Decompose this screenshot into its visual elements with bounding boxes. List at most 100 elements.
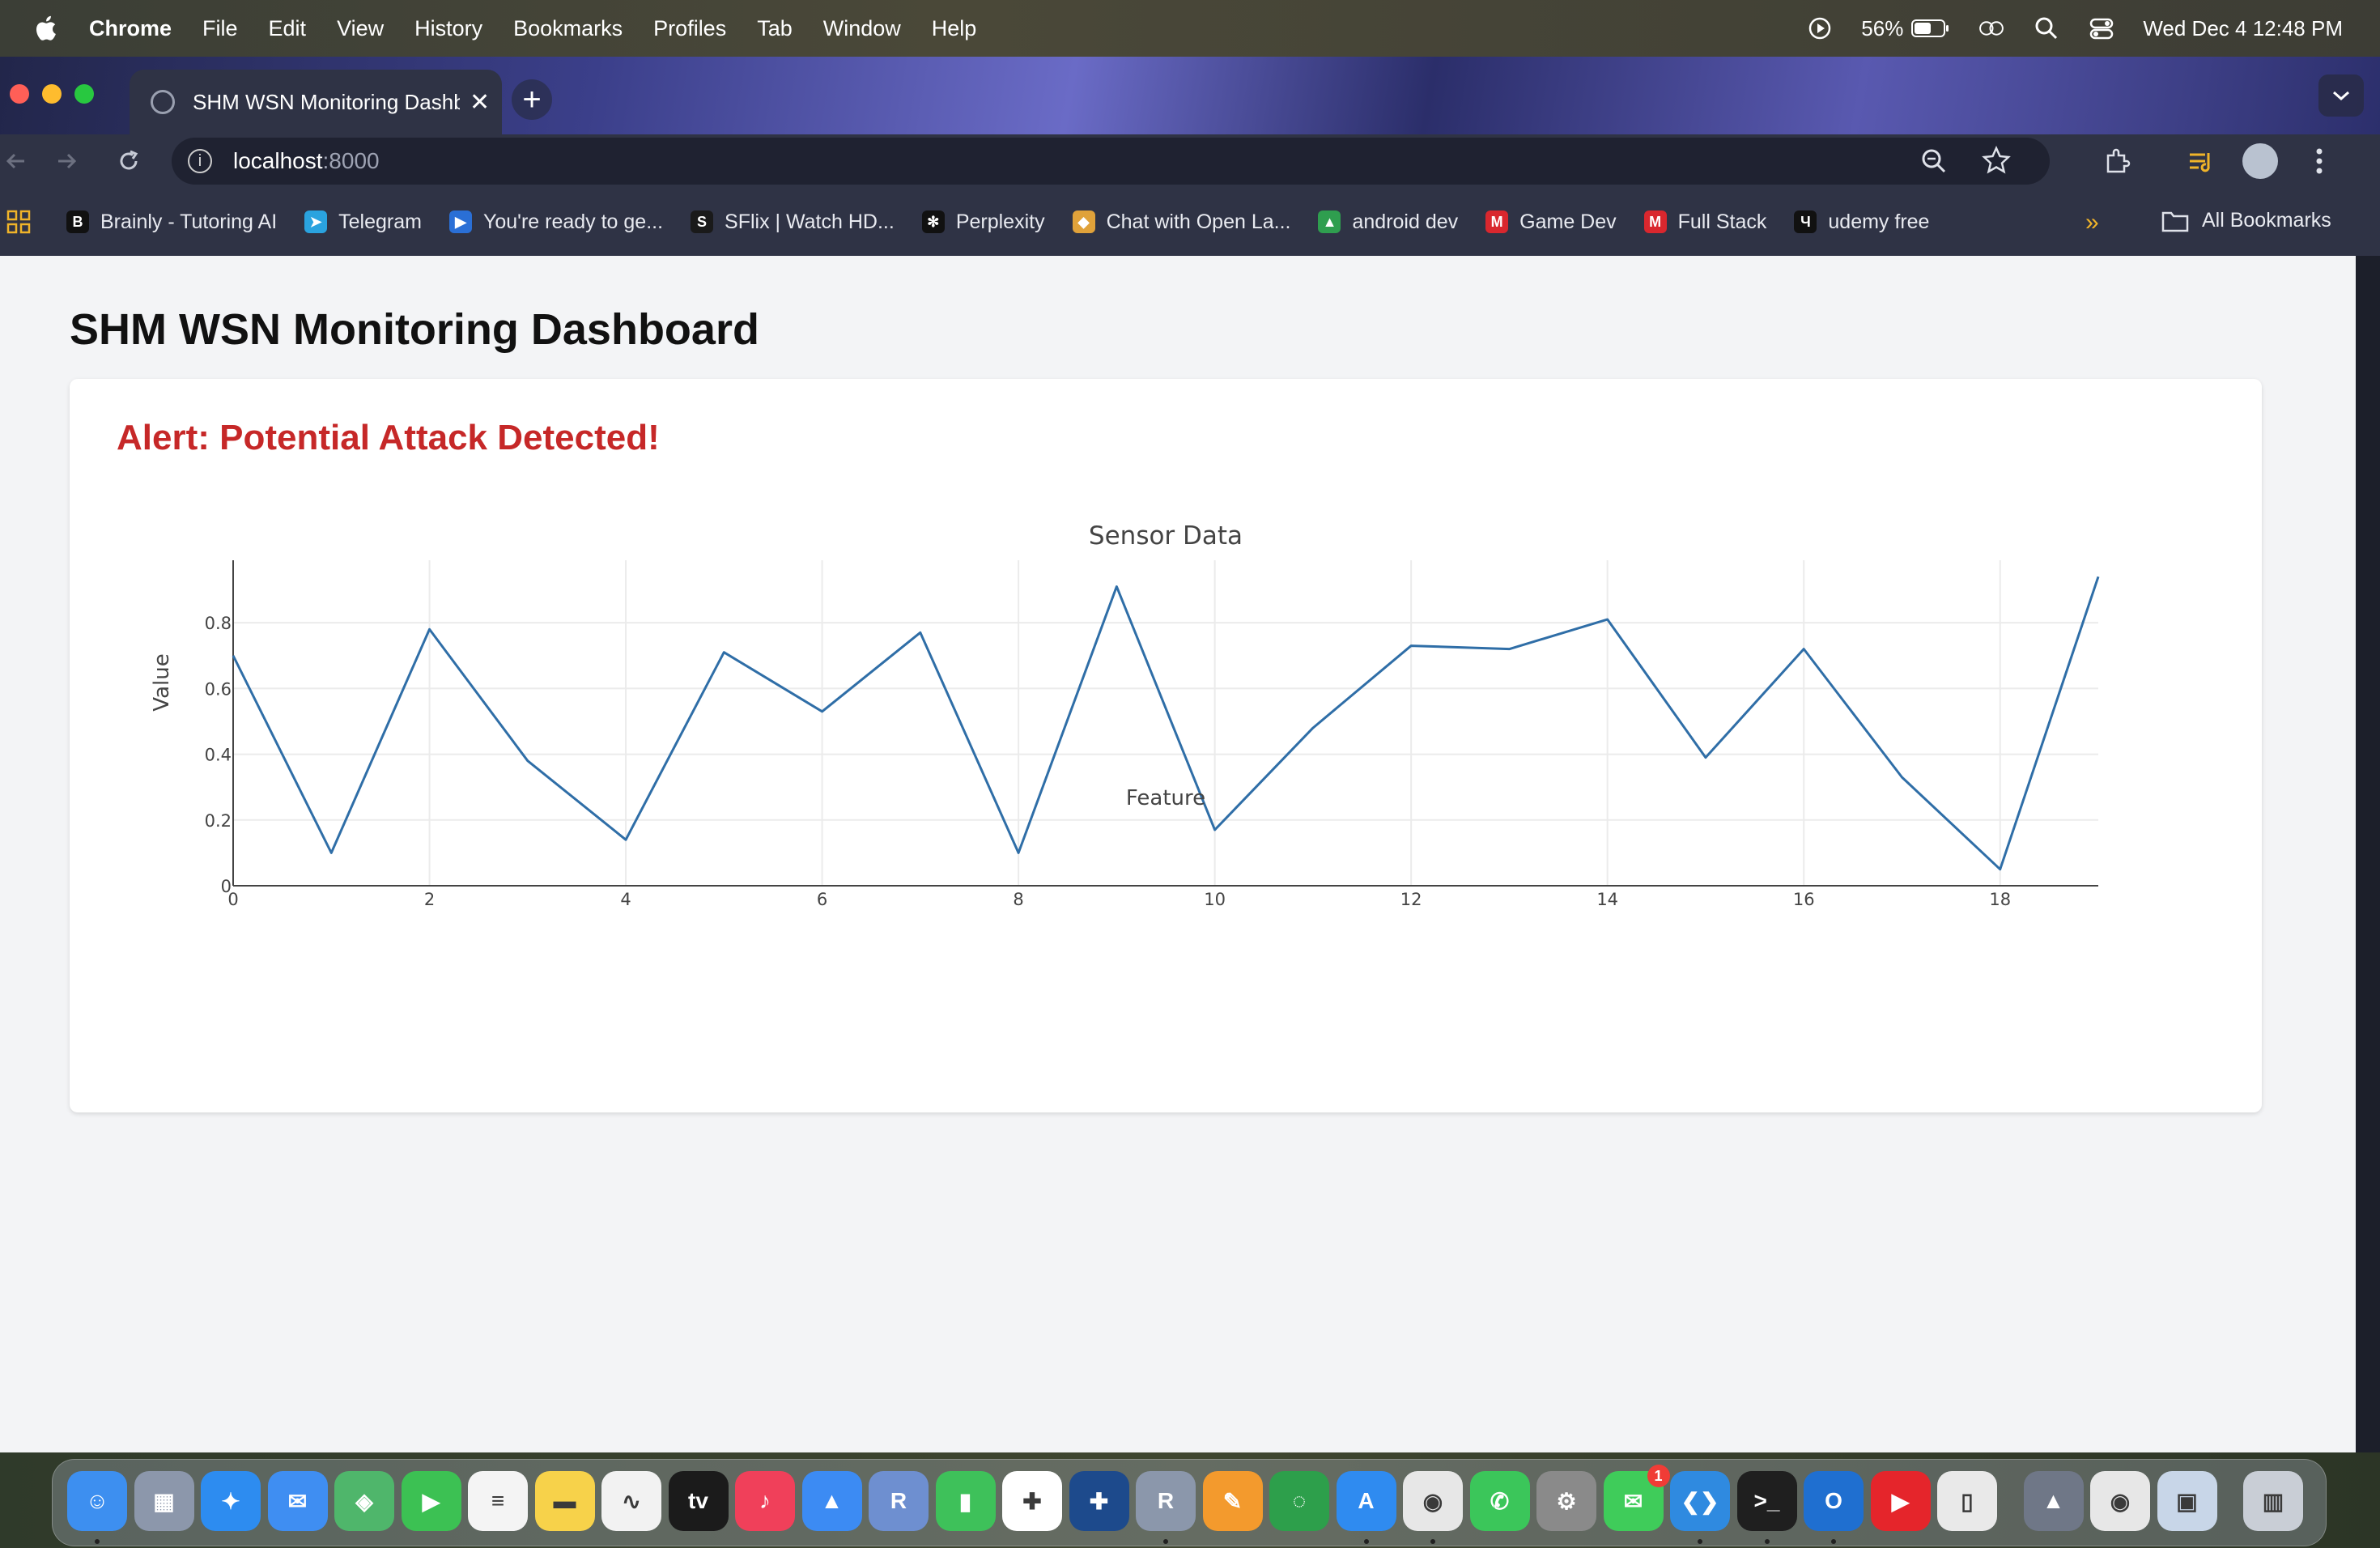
new-tab-button[interactable]: + (512, 79, 552, 120)
dock-app-safari-icon[interactable]: ✦ (201, 1471, 261, 1531)
close-window-button[interactable] (10, 84, 29, 104)
bookmark-item[interactable]: ▲ android dev (1318, 211, 1458, 234)
bookmark-item[interactable]: B Brainly - Tutoring AI (66, 211, 277, 234)
close-tab-icon[interactable]: ✕ (470, 88, 490, 117)
dock-app-notes-icon[interactable]: ▬ (534, 1471, 595, 1531)
dock-running-indicator (1430, 1539, 1435, 1544)
dock-app-reminders-icon[interactable]: ≡ (468, 1471, 528, 1531)
link-icon[interactable] (1978, 15, 2005, 42)
dock-app-messages-icon[interactable]: ✉ 1 (1603, 1465, 1670, 1531)
dock-app-trash-icon[interactable]: ▥ (2243, 1471, 2303, 1531)
apps-grid-icon[interactable] (6, 210, 31, 234)
minimize-window-button[interactable] (42, 84, 62, 104)
bookmark-star-icon[interactable] (1982, 145, 2011, 181)
bookmark-label: SFlix | Watch HD... (725, 210, 895, 233)
menu-profiles[interactable]: Profiles (653, 16, 726, 41)
bookmark-item[interactable]: S SFlix | Watch HD... (691, 211, 895, 234)
x-tick-label: 2 (424, 890, 435, 909)
menu-edit[interactable]: Edit (269, 16, 307, 41)
menu-file[interactable]: File (202, 16, 238, 41)
zoom-window-button[interactable] (74, 84, 94, 104)
bookmark-item[interactable]: M Game Dev (1485, 211, 1617, 234)
dock-app-finder-icon[interactable]: ☺ (67, 1471, 127, 1531)
dock-app-numbers-icon[interactable]: ▮ (935, 1471, 996, 1531)
page-viewport: SHM WSN Monitoring Dashboard Alert: Pote… (0, 256, 2356, 1452)
menu-app-name[interactable]: Chrome (89, 16, 172, 41)
dock-app-preview-icon[interactable]: ▣ (2157, 1471, 2217, 1531)
dock-app-chrome-2-icon[interactable]: ◉ (2090, 1471, 2150, 1531)
dock-app-vs-code-icon[interactable]: ❮❯ (1670, 1471, 1730, 1531)
forward-arrow-icon[interactable] (52, 146, 83, 176)
dock-app-app-store-icon[interactable]: A (1336, 1471, 1396, 1531)
bookmark-item[interactable]: ◆ Chat with Open La... (1072, 210, 1291, 234)
dock-app-r-studio-icon[interactable]: R (869, 1471, 929, 1531)
bookmark-label: Chat with Open La... (1106, 210, 1291, 233)
dock-app-rocket-icon[interactable]: ▲ (2023, 1471, 2084, 1531)
x-axis-label: Feature (1126, 786, 1205, 810)
battery-status[interactable]: 56% (1861, 16, 1950, 41)
mega-icon: M (1643, 211, 1667, 233)
telegram-icon: ➤ (304, 211, 328, 233)
dock-app-keynote-icon[interactable]: ▲ (801, 1471, 862, 1531)
dock-app-freeform-icon[interactable]: ∿ (601, 1471, 661, 1531)
extensions-puzzle-icon[interactable] (2102, 146, 2132, 176)
menu-history[interactable]: History (414, 16, 482, 41)
dock-app-system-settings-icon[interactable]: ⚙ (1536, 1471, 1596, 1531)
dock-app-mail-icon[interactable]: ✉ (267, 1471, 328, 1531)
sensor-data-line (232, 576, 2100, 871)
chevron-down-icon (2333, 91, 2349, 101)
back-arrow-icon[interactable] (0, 146, 31, 176)
zoom-icon[interactable] (1920, 147, 1948, 181)
dock-app-launchpad-icon[interactable]: ▦ (134, 1471, 194, 1531)
dock-app-pages-icon[interactable]: ✎ (1202, 1471, 1263, 1531)
reading-list-icon[interactable] (2186, 146, 2216, 176)
dock-app-simulator-icon[interactable]: ▯ (1937, 1471, 1997, 1531)
menu-help[interactable]: Help (932, 16, 977, 41)
dock-app-youtube-icon[interactable]: ▶ (1870, 1471, 1931, 1531)
x-tick-label: 16 (1793, 890, 1815, 909)
menu-bookmarks[interactable]: Bookmarks (513, 16, 623, 41)
dock-app-spinner-app-icon[interactable]: ◌ (1269, 1471, 1329, 1531)
chart-axes (232, 560, 2098, 887)
reload-icon[interactable] (113, 146, 144, 176)
bookmark-item[interactable]: M Full Stack (1643, 211, 1766, 234)
dock-app-tableau-prep-icon[interactable]: ✚ (1069, 1471, 1129, 1531)
apple-logo-icon[interactable] (29, 12, 62, 45)
bookmark-item[interactable]: ✻ Perplexity (921, 210, 1045, 234)
more-menu-icon[interactable] (2304, 146, 2335, 176)
bookmark-item[interactable]: ▶ You're ready to ge... (448, 211, 663, 234)
menu-window[interactable]: Window (823, 16, 901, 41)
more-bookmarks-chevron-icon[interactable]: » (2085, 209, 2099, 236)
dock-app-music-icon[interactable]: ♪ (735, 1471, 795, 1531)
dock-app-outlook-icon[interactable]: O (1804, 1471, 1864, 1531)
dock-app-whatsapp-icon[interactable]: ✆ (1469, 1471, 1530, 1531)
dock-app-tableau-icon[interactable]: ✚ (1002, 1471, 1062, 1531)
site-info-icon[interactable]: i (188, 149, 212, 173)
browser-tab-active[interactable]: SHM WSN Monitoring Dashboard ✕ (130, 70, 502, 134)
bookmark-label: Perplexity (955, 210, 1045, 233)
dock-app-terminal-icon[interactable]: >_ (1736, 1471, 1797, 1531)
address-bar[interactable]: i localhost:8000 (172, 138, 2050, 185)
dock-app-apple-tv-icon[interactable]: tv (668, 1471, 729, 1531)
profile-avatar[interactable] (2242, 143, 2278, 179)
dock-app-chrome-icon[interactable]: ◉ (1403, 1471, 1463, 1531)
menu-view[interactable]: View (337, 16, 384, 41)
menubar-clock[interactable]: Wed Dec 4 12:48 PM (2143, 16, 2343, 41)
sensor-data-chart[interactable]: Sensor Data 0 2 4 6 8 10 12 14 16 1800.20.40.60.8… (70, 500, 2262, 1083)
tab-title: SHM WSN Monitoring Dashboard (193, 89, 460, 114)
dock-running-indicator (95, 1539, 100, 1544)
bookmark-item[interactable]: ➤ Telegram (304, 211, 422, 234)
bookmark-label: android dev (1352, 210, 1459, 233)
dock-running-indicator (1163, 1539, 1168, 1544)
control-center-icon[interactable] (2088, 15, 2115, 42)
dock-app-maps-icon[interactable]: ◈ (334, 1471, 394, 1531)
now-playing-icon[interactable] (1806, 15, 1834, 42)
dock-app-facetime-icon[interactable]: ▶ (401, 1471, 461, 1531)
sflix-icon: S (691, 211, 714, 233)
tab-search-button[interactable] (2318, 74, 2364, 117)
bookmark-item[interactable]: Чudemy free (1794, 211, 1929, 234)
spotlight-search-icon[interactable] (2033, 15, 2060, 42)
menu-tab[interactable]: Tab (757, 16, 793, 41)
dock-app-r-lang-icon[interactable]: R (1136, 1471, 1196, 1531)
all-bookmarks-folder[interactable]: All Bookmarks (2161, 209, 2331, 232)
